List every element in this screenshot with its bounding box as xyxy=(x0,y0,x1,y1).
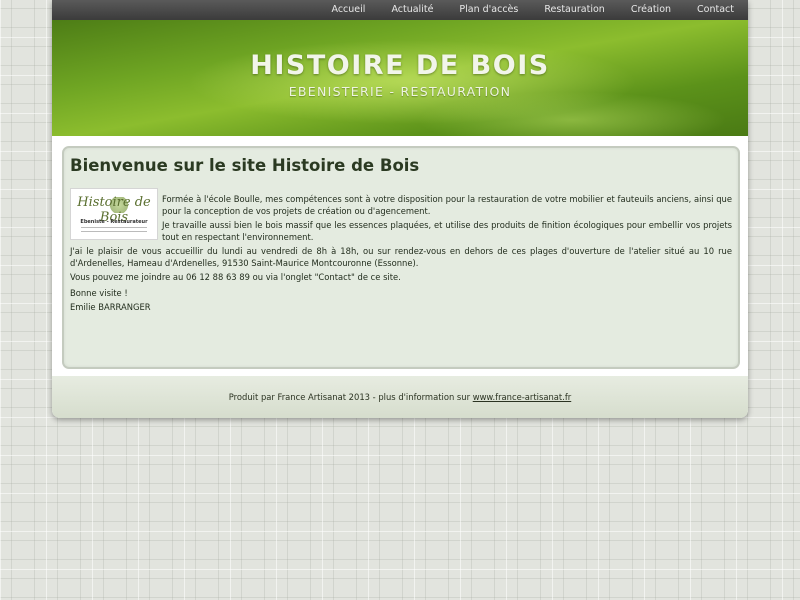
site-container: Accueil Actualité Plan d'accès Restaurat… xyxy=(52,0,748,418)
logo-divider xyxy=(81,231,147,232)
logo-caption: Ebeniste - Restaurateur xyxy=(80,219,148,225)
nav-item-restauration[interactable]: Restauration xyxy=(531,0,617,20)
company-logo-image: Histoire de Bois Ebeniste - Restaurateur xyxy=(70,188,158,240)
contact-paragraph: Vous pouvez me joindre au 06 12 88 63 89… xyxy=(70,272,401,282)
nav-item-contact[interactable]: Contact xyxy=(684,0,734,20)
logo-divider xyxy=(81,227,147,228)
main-content-panel: Bienvenue sur le site Histoire de Bois H… xyxy=(62,146,740,369)
opening-hours-paragraph: J'ai le plaisir de vous accueillir du lu… xyxy=(70,246,732,268)
page-footer: Produit par France Artisanat 2013 - plus… xyxy=(52,376,748,418)
nav-item-plan-acces[interactable]: Plan d'accès xyxy=(446,0,531,20)
nav-item-creation[interactable]: Création xyxy=(618,0,684,20)
page-heading: Bienvenue sur le site Histoire de Bois xyxy=(70,156,420,175)
site-title: HISTOIRE DE BOIS xyxy=(250,50,550,81)
nav-item-accueil[interactable]: Accueil xyxy=(319,0,379,20)
signature-text: Emilie BARRANGER xyxy=(70,302,151,312)
nav-item-actualite[interactable]: Actualité xyxy=(378,0,446,20)
site-subtitle: EBENISTERIE - RESTAURATION xyxy=(288,84,512,99)
footer-link[interactable]: www.france-artisanat.fr xyxy=(473,392,572,402)
footer-credit: Produit par France Artisanat 2013 - plus… xyxy=(228,392,473,402)
greeting-text: Bonne visite ! xyxy=(70,288,128,298)
footer-text: Produit par France Artisanat 2013 - plus… xyxy=(52,392,748,402)
intro-paragraph: Formée à l'école Boulle, mes compétences… xyxy=(162,194,732,216)
header-banner: HISTOIRE DE BOIS EBENISTERIE - RESTAURAT… xyxy=(52,20,748,136)
top-navigation: Accueil Actualité Plan d'accès Restaurat… xyxy=(52,0,748,21)
materials-paragraph: Je travaille aussi bien le bois massif q… xyxy=(162,220,732,242)
